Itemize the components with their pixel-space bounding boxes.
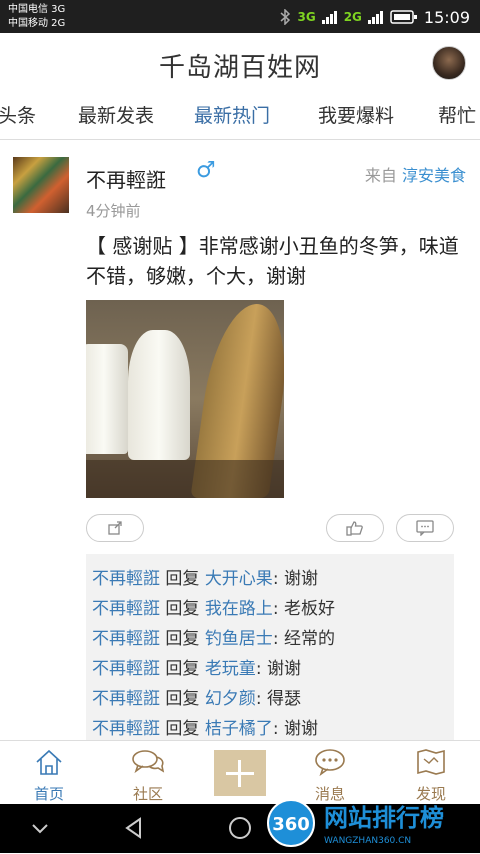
list-item: 不再輕誑 回复 老玩童: 谢谢 <box>92 654 301 679</box>
author-name[interactable]: 不再輕誑 <box>86 164 166 193</box>
tab-report[interactable]: 我要爆料 <box>318 101 394 128</box>
male-icon: ♂ <box>196 158 216 183</box>
page-title: 千岛湖百姓网 <box>158 53 321 83</box>
tab-hot[interactable]: 最新热门 <box>194 101 270 128</box>
nav-community[interactable]: 社区 <box>113 747 183 804</box>
carrier-1: 中国电信 3G <box>8 4 66 15</box>
bluetooth-icon <box>280 9 291 25</box>
list-item: 不再輕誑 回复 桔子橘了: 谢谢 <box>92 714 318 739</box>
comment-target[interactable]: 我在路上 <box>205 599 273 619</box>
comment-icon <box>416 520 434 536</box>
comment-text: : 得瑟 <box>255 689 301 709</box>
comment-verb: 回复 <box>165 719 200 739</box>
like-button[interactable] <box>326 514 384 542</box>
comment-user[interactable]: 不再輕誑 <box>92 629 160 649</box>
add-post-button[interactable] <box>214 750 266 796</box>
comment-user[interactable]: 不再輕誑 <box>92 719 160 739</box>
tab-bar: 头条 最新发表 最新热门 我要爆料 帮忙 <box>0 93 480 140</box>
watermark-text: 网站排行榜 <box>324 804 444 832</box>
thumbs-up-icon <box>346 521 363 536</box>
app-header: 千岛湖百姓网 <box>0 33 480 93</box>
list-item: 不再輕誑 回复 我在路上: 老板好 <box>92 594 335 619</box>
comment-text: : 经常的 <box>272 629 335 649</box>
nav-home[interactable]: 首页 <box>14 747 84 804</box>
share-button[interactable] <box>86 514 144 542</box>
tab-help[interactable]: 帮忙 <box>438 101 476 128</box>
watermark-domain: WANGZHAN360.CN <box>324 836 411 846</box>
comment-target[interactable]: 大开心果 <box>205 569 273 589</box>
comment-user[interactable]: 不再輕誑 <box>92 599 160 619</box>
comment-verb: 回复 <box>165 599 200 619</box>
comment-target[interactable]: 钓鱼居士 <box>205 629 273 649</box>
comment-user[interactable]: 不再輕誑 <box>92 659 160 679</box>
comment-verb: 回复 <box>165 659 200 679</box>
message-icon <box>315 749 345 777</box>
list-item: 不再輕誑 回复 幻夕颜: 得瑟 <box>92 684 301 709</box>
author-avatar[interactable] <box>13 157 69 213</box>
share-icon <box>108 521 122 535</box>
comment-verb: 回复 <box>165 569 200 589</box>
comment-button[interactable] <box>396 514 454 542</box>
nav-home-label: 首页 <box>33 785 64 803</box>
source-prefix: 来自 <box>364 166 397 185</box>
comment-text: : 谢谢 <box>272 569 318 589</box>
list-item: 不再輕誑 回复 钓鱼居士: 经常的 <box>92 624 335 649</box>
watermark-badge: 360 <box>272 814 310 835</box>
battery-icon <box>390 10 417 24</box>
tab-latest[interactable]: 最新发表 <box>78 101 154 128</box>
home-icon <box>36 749 62 775</box>
comment-user[interactable]: 不再輕誑 <box>92 689 160 709</box>
watermark: 360 网站排行榜 WANGZHAN360.CN <box>264 796 472 854</box>
post-photo[interactable] <box>86 300 284 498</box>
signal-icon <box>321 11 337 24</box>
comment-verb: 回复 <box>165 689 200 709</box>
post-time: 4分钟前 <box>86 202 141 220</box>
comment-user[interactable]: 不再輕誑 <box>92 569 160 589</box>
map-icon <box>417 749 445 775</box>
home-button-icon[interactable] <box>228 816 252 840</box>
comment-text: : 谢谢 <box>272 719 318 739</box>
carrier-2: 中国移动 2G <box>8 18 66 29</box>
comment-list: 不再輕誑 回复 大开心果: 谢谢 不再輕誑 回复 我在路上: 老板好 不再輕誑 … <box>86 554 454 740</box>
comment-target[interactable]: 老玩童 <box>205 659 256 679</box>
watermark-logo: 360 网站排行榜 WANGZHAN360.CN <box>267 799 444 847</box>
clock: 15:09 <box>423 7 470 27</box>
signal-icon-2 <box>367 11 383 24</box>
back-icon[interactable] <box>122 816 146 840</box>
list-item: 不再輕誑 回复 大开心果: 谢谢 <box>92 564 318 589</box>
post-content: 【 感谢贴 】非常感谢小丑鱼的冬笋，味道不错，够嫩，个大，谢谢 <box>86 234 459 288</box>
comment-target[interactable]: 幻夕颜 <box>205 689 256 709</box>
chat-bubbles-icon <box>132 750 165 774</box>
network-type-1: 3G <box>297 10 316 24</box>
post-source: 来自 淳安美食 <box>365 162 466 186</box>
status-bar: 中国电信 3G 中国移动 2G 3G 2G 15:09 <box>0 0 480 33</box>
network-type-2: 2G <box>343 10 362 24</box>
comment-text: : 谢谢 <box>255 659 301 679</box>
chevron-down-icon[interactable] <box>30 822 50 836</box>
comment-verb: 回复 <box>165 629 200 649</box>
nav-community-label: 社区 <box>132 785 163 803</box>
comment-target[interactable]: 桔子橘了 <box>205 719 273 739</box>
source-link[interactable]: 淳安美食 <box>402 166 466 185</box>
status-icons: 3G 2G 15:09 <box>279 6 470 28</box>
post-card: 不再輕誑 ♂ 来自 淳安美食 4分钟前 【 感谢贴 】非常感谢小丑鱼的冬笋，味道… <box>0 140 480 740</box>
tab-headlines[interactable]: 头条 <box>0 101 36 128</box>
user-avatar[interactable] <box>432 46 466 80</box>
comment-text: : 老板好 <box>272 599 335 619</box>
